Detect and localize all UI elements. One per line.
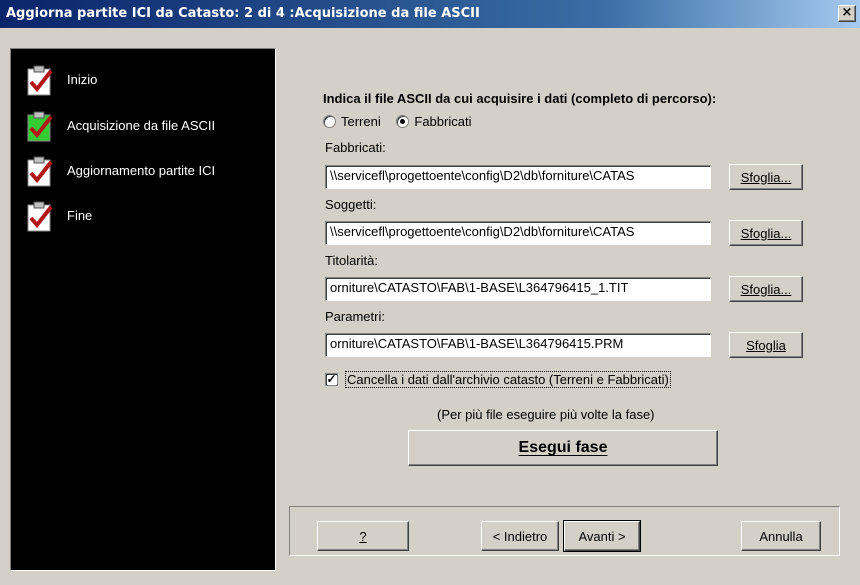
browse-parametri-button[interactable]: Sfoglia (729, 332, 803, 358)
step-label: Acquisizione da file ASCII (67, 118, 216, 133)
step-label: Fine (67, 208, 93, 223)
soggetti-path-input[interactable]: \\servicefl\progettoente\config\D2\db\fo… (325, 221, 711, 245)
step-fine: Fine (25, 201, 275, 233)
radio-terreni-label: Terreni (341, 114, 381, 129)
window-title: Aggiorna partite ICI da Catasto: 2 di 4 … (6, 6, 480, 21)
title-bar: Aggiorna partite ICI da Catasto: 2 di 4 … (0, 0, 860, 28)
radio-fabbricati-dot[interactable] (396, 115, 410, 128)
parametri-label: Parametri: (325, 309, 385, 324)
radio-fabbricati[interactable]: Fabbricati (396, 114, 471, 129)
execute-phase-label: Esegui fase (518, 439, 608, 456)
clipboard-check-icon (27, 156, 53, 187)
titolarita-path-input[interactable]: orniture\CATASTO\FAB\1-BASE\L364796415_1… (325, 277, 711, 301)
step-aggiornamento: Aggiornamento partite ICI (25, 156, 275, 188)
clipboard-check-icon (27, 111, 53, 142)
titolarita-label: Titolarità: (325, 253, 378, 268)
file-type-radio-group: Terreni Fabbricati (323, 114, 483, 132)
step-label: Inizio (67, 72, 98, 87)
soggetti-label: Soggetti: (325, 197, 377, 212)
browse-fabbricati-button[interactable]: Sfoglia... (729, 164, 803, 190)
step-acquisizione: Acquisizione da file ASCII (25, 111, 275, 143)
execute-phase-button[interactable]: Esegui fase (408, 430, 718, 466)
help-button[interactable]: ? (317, 521, 409, 551)
browse-soggetti-button[interactable]: Sfoglia... (729, 220, 803, 246)
fabbricati-path-input[interactable]: \\servicefl\progettoente\config\D2\db\fo… (325, 165, 711, 189)
clipboard-check-icon (27, 65, 53, 96)
delete-archive-option[interactable]: ✓ Cancella i dati dall'archivio catasto … (325, 371, 671, 388)
form-heading: Indica il file ASCII da cui acquisire i … (323, 91, 717, 106)
radio-terreni-dot[interactable] (323, 115, 336, 128)
radio-fabbricati-label: Fabbricati (414, 114, 472, 129)
help-label: ? (359, 528, 367, 544)
close-button[interactable]: × (838, 5, 856, 22)
clipboard-check-icon (27, 201, 53, 232)
back-button[interactable]: < Indietro (481, 521, 559, 551)
multi-file-note: (Per più file eseguire più volte la fase… (437, 407, 655, 422)
delete-archive-checkbox[interactable]: ✓ (325, 373, 338, 386)
fabbricati-label: Fabbricati: (325, 140, 386, 155)
next-button[interactable]: Avanti > (563, 520, 641, 552)
step-label: Aggiornamento partite ICI (67, 163, 216, 178)
parametri-path-input[interactable]: orniture\CATASTO\FAB\1-BASE\L364796415.P… (325, 333, 711, 357)
step-inizio: Inizio (25, 65, 275, 97)
delete-archive-label[interactable]: Cancella i dati dall'archivio catasto (T… (345, 371, 671, 388)
radio-terreni[interactable]: Terreni (323, 114, 381, 129)
wizard-steps-panel: Inizio Acquisizione da file ASCII Aggior… (10, 48, 276, 571)
browse-titolarita-button[interactable]: Sfoglia... (729, 276, 803, 302)
cancel-button[interactable]: Annulla (741, 521, 821, 551)
